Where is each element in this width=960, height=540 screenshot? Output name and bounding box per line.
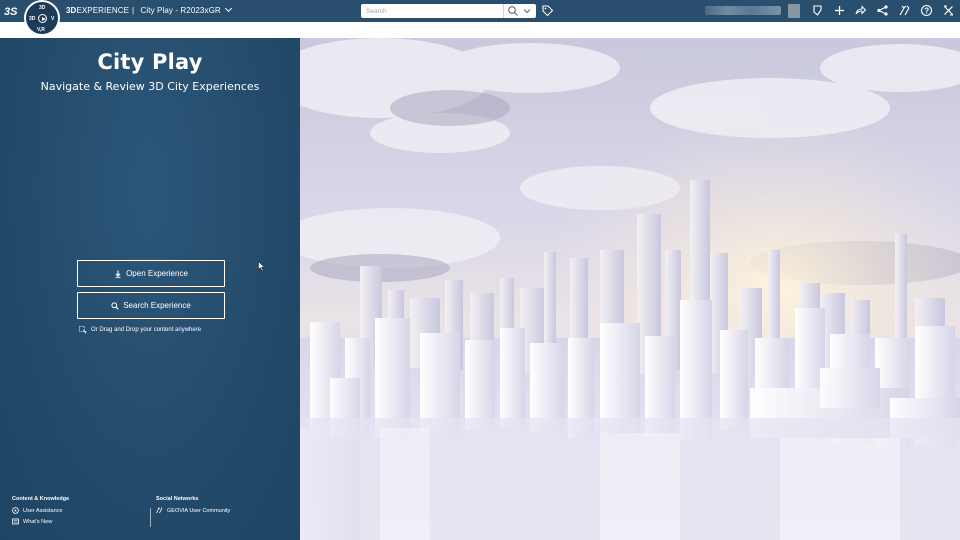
welcome-panel: City Play Navigate & Review 3D City Expe… bbox=[0, 38, 300, 540]
ds-logo-icon[interactable]: 3S bbox=[4, 3, 20, 19]
drag-drop-text: Or Drag and Drop your content anywhere bbox=[91, 327, 202, 333]
search-experience-button[interactable]: Search Experience bbox=[77, 292, 225, 319]
open-experience-button[interactable]: Open Experience bbox=[77, 260, 225, 287]
page-subtitle: Navigate & Review 3D City Experiences bbox=[40, 80, 260, 93]
user-assistance-link[interactable]: User Assistance bbox=[12, 507, 62, 514]
page-title: City Play bbox=[97, 50, 203, 74]
user-assistance-label: User Assistance bbox=[23, 507, 63, 514]
drag-drop-icon bbox=[79, 326, 87, 334]
compass-label-left: 3D bbox=[29, 16, 36, 22]
share-icon[interactable] bbox=[854, 4, 867, 17]
content-knowledge-heading: Content & Knowledge bbox=[12, 496, 70, 502]
toolbar-strip bbox=[0, 22, 960, 38]
mouse-cursor-icon bbox=[258, 261, 266, 272]
news-icon bbox=[12, 518, 19, 525]
search-options-chevron-icon[interactable] bbox=[522, 6, 532, 16]
open-experience-label: Open Experience bbox=[126, 269, 188, 278]
compass-icon[interactable]: 3D 3D V V,R bbox=[24, 0, 60, 36]
svg-text:?: ? bbox=[924, 6, 929, 15]
avatar[interactable] bbox=[788, 4, 800, 18]
download-icon bbox=[115, 270, 121, 278]
footer-divider bbox=[150, 508, 151, 527]
help-icon[interactable]: ? bbox=[920, 4, 933, 17]
geovia-community-link[interactable]: GEOVIA User Community bbox=[156, 507, 230, 514]
search-icon[interactable] bbox=[507, 5, 519, 17]
compass-label-right: V bbox=[51, 16, 55, 22]
compass-label-top: 3D bbox=[39, 5, 46, 11]
bookmark-icon[interactable] bbox=[811, 4, 824, 17]
network-icon[interactable] bbox=[876, 4, 889, 17]
whats-new-label: What's New bbox=[23, 518, 53, 525]
search-box bbox=[361, 4, 536, 18]
search-input[interactable] bbox=[361, 4, 501, 18]
top-bar: 3S 3DEXPERIENCE | City Play - R2023xGR S… bbox=[0, 0, 960, 22]
plus-icon[interactable] bbox=[833, 4, 846, 17]
svg-text:3S: 3S bbox=[4, 6, 18, 18]
compass-play-icon[interactable] bbox=[38, 14, 47, 23]
tools-icon[interactable] bbox=[898, 4, 911, 17]
user-name[interactable] bbox=[705, 6, 781, 15]
drag-drop-hint: Or Drag and Drop your content anywhere bbox=[79, 326, 201, 334]
city-background-image bbox=[300, 38, 960, 540]
help-circle-icon bbox=[12, 507, 19, 514]
search-icon bbox=[111, 301, 119, 310]
community-icon bbox=[156, 507, 163, 514]
tag-icon[interactable] bbox=[541, 4, 554, 17]
app-name[interactable]: City Play - R2023xGR bbox=[141, 6, 221, 15]
close-icon[interactable] bbox=[942, 4, 955, 17]
social-networks-heading: Social Networks bbox=[156, 496, 199, 502]
brand-title[interactable]: 3DEXPERIENCE | City Play - R2023xGR bbox=[66, 4, 232, 15]
chevron-down-icon[interactable] bbox=[224, 4, 232, 13]
search-experience-label: Search Experience bbox=[123, 301, 191, 310]
compass-label-bottom: V,R bbox=[37, 27, 45, 33]
whats-new-link[interactable]: What's New bbox=[12, 518, 52, 525]
search-divider bbox=[503, 4, 504, 18]
geovia-community-label: GEOVIA User Community bbox=[167, 507, 231, 514]
